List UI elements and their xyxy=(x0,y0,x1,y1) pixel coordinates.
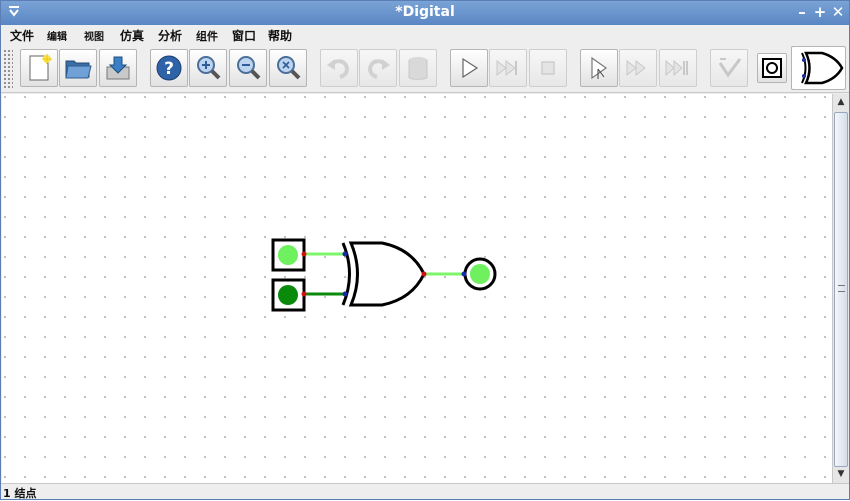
xor-gate[interactable] xyxy=(341,241,427,307)
input-a[interactable] xyxy=(271,238,307,272)
stop-icon xyxy=(541,61,555,75)
xor-gate-icon xyxy=(801,51,844,85)
circuit-canvas[interactable] xyxy=(2,94,832,483)
save-button[interactable] xyxy=(99,49,137,87)
zoom-out-button[interactable] xyxy=(229,49,267,87)
delete-icon xyxy=(408,57,428,80)
circuit-diagram xyxy=(271,238,497,312)
title-bar: *Digital – + ✕ xyxy=(1,1,849,25)
open-button[interactable] xyxy=(59,49,97,87)
help-icon: ? xyxy=(156,55,182,81)
close-button[interactable]: ✕ xyxy=(830,3,846,21)
micro-step-button[interactable] xyxy=(580,49,618,87)
status-text: 1 结点 xyxy=(3,487,37,500)
menu-help[interactable]: 帮助 xyxy=(268,27,292,44)
element-state-icon xyxy=(762,58,782,78)
fast-forward-icon xyxy=(496,59,517,77)
minimize-button[interactable]: – xyxy=(794,3,810,21)
play-icon xyxy=(462,57,479,79)
status-bar: 1 结点 xyxy=(1,483,849,500)
step-to-end-icon xyxy=(665,59,688,77)
input-b[interactable] xyxy=(271,278,307,312)
save-icon xyxy=(106,56,130,80)
window-title: *Digital xyxy=(395,4,455,20)
scroll-thumb[interactable] xyxy=(834,112,848,467)
last-component-button[interactable] xyxy=(791,46,846,90)
menu-view[interactable]: 视图 xyxy=(84,28,104,43)
run-to-break-icon xyxy=(626,59,646,77)
zoom-in-button[interactable] xyxy=(189,49,227,87)
scroll-down-icon[interactable]: ▼ xyxy=(834,467,848,481)
step-button[interactable] xyxy=(489,49,527,87)
app-window: *Digital – + ✕ 文件 编辑 视图 仿真 分析 组件 窗口 帮助 ?… xyxy=(0,0,850,500)
menu-window[interactable]: 窗口 xyxy=(232,27,256,44)
maximize-button[interactable]: + xyxy=(812,3,828,21)
zoom-out-icon xyxy=(237,56,261,80)
step-to-end-button[interactable] xyxy=(659,49,697,87)
undo-icon xyxy=(327,59,350,79)
zoom-fit-button[interactable] xyxy=(269,49,307,87)
redo-icon xyxy=(367,59,390,79)
vertical-scrollbar[interactable]: ▲ ▼ xyxy=(832,94,849,483)
output-led[interactable] xyxy=(461,257,497,291)
menu-file[interactable]: 文件 xyxy=(10,27,34,44)
element-state-button[interactable] xyxy=(757,53,787,83)
micro-step-icon xyxy=(591,56,608,80)
zoom-in-icon xyxy=(197,56,221,80)
menu-bar: 文件 编辑 视图 仿真 分析 组件 窗口 帮助 xyxy=(1,25,849,45)
run-to-break-button[interactable] xyxy=(619,49,657,87)
scroll-up-icon[interactable]: ▲ xyxy=(834,95,848,109)
delete-button[interactable] xyxy=(399,49,437,87)
undo-button[interactable] xyxy=(320,49,358,87)
toolbar-grip[interactable] xyxy=(3,49,13,89)
analyze-button[interactable] xyxy=(710,49,748,87)
svg-text:?: ? xyxy=(164,59,174,79)
redo-button[interactable] xyxy=(359,49,397,87)
open-folder-icon xyxy=(65,60,92,79)
thumb-grip-icon xyxy=(838,285,845,292)
run-button[interactable] xyxy=(450,49,488,87)
new-button[interactable] xyxy=(20,49,58,87)
menu-edit[interactable]: 编辑 xyxy=(47,28,67,43)
menu-components[interactable]: 组件 xyxy=(196,28,218,44)
zoom-fit-icon xyxy=(277,56,301,80)
menu-simulate[interactable]: 仿真 xyxy=(120,27,144,44)
new-file-icon xyxy=(29,54,52,81)
toolbar: ? xyxy=(1,45,849,93)
help-button[interactable]: ? xyxy=(150,49,188,87)
stop-button[interactable] xyxy=(529,49,567,87)
menu-analyze[interactable]: 分析 xyxy=(158,27,182,44)
analyze-icon xyxy=(718,58,742,78)
